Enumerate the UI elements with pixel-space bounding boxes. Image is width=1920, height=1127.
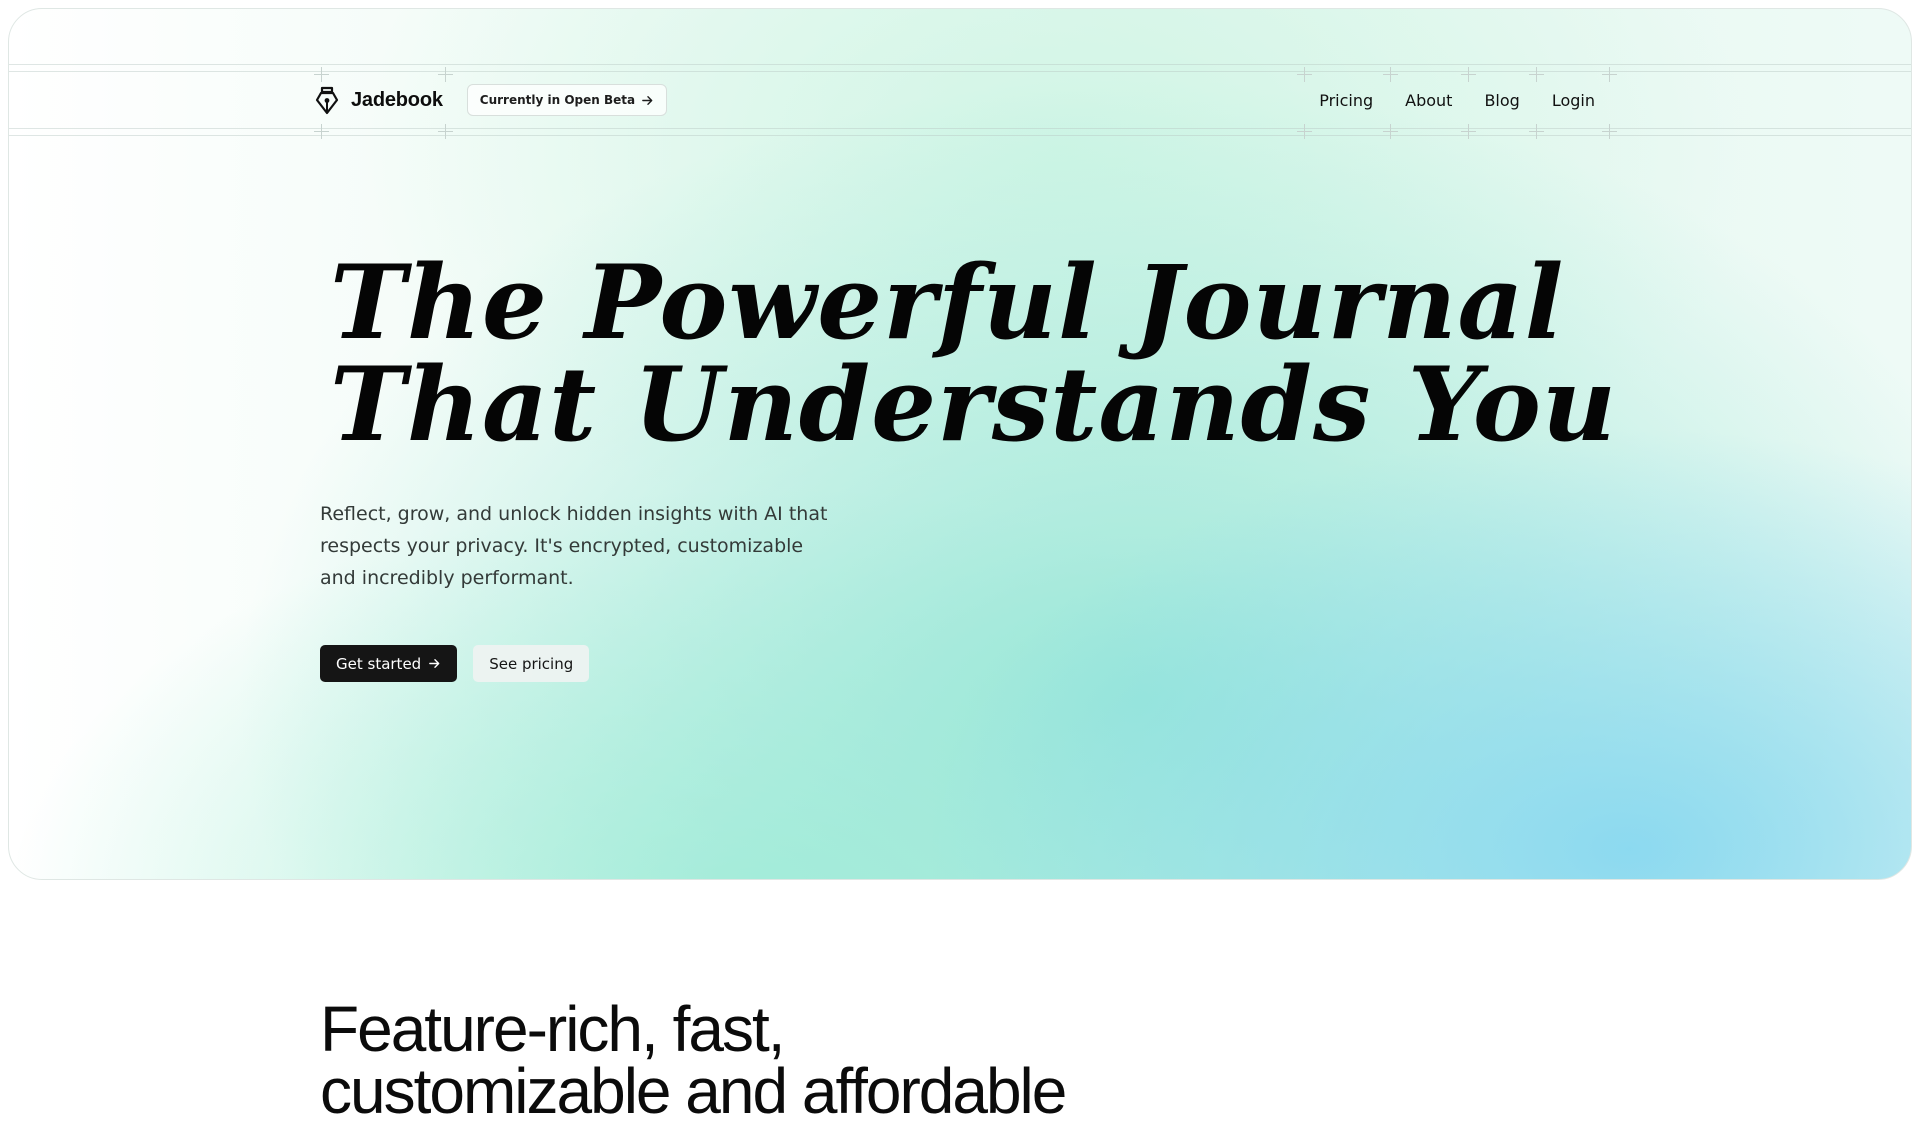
hero-cta-group: Get started See pricing [320,645,590,682]
plus-marker [1383,124,1398,139]
get-started-button[interactable]: Get started [320,645,458,682]
plus-marker [314,124,329,139]
features-heading: Feature-rich, fast, customizable and aff… [320,993,1220,1127]
guide-line-top-inner [9,71,1911,72]
arrow-right-icon [429,659,440,668]
guide-line-bottom [9,128,1911,129]
top-navigation: Jadebook Currently in Open Beta Pricing … [313,76,1603,124]
pen-nib-icon [315,86,339,115]
guide-line-bottom-inner [9,135,1911,136]
open-beta-label: Currently in Open Beta [479,93,636,107]
nav-link-blog[interactable]: Blog [1484,91,1519,110]
plus-marker [1529,124,1544,139]
get-started-label: Get started [336,654,422,673]
nav-link-about[interactable]: About [1405,91,1452,110]
plus-marker [1461,124,1476,139]
open-beta-badge[interactable]: Currently in Open Beta [466,84,668,116]
brand-name: Jadebook [351,88,443,111]
hero-title: The Powerful Journal That Understands Yo… [330,252,1617,456]
nav-links: Pricing About Blog Login [1319,91,1603,110]
plus-marker [438,124,453,139]
plus-marker [1602,67,1617,82]
features-heading-line-1: Feature-rich, fast, [320,993,786,1065]
plus-marker [1297,124,1312,139]
arrow-right-icon [642,95,653,105]
nav-link-pricing[interactable]: Pricing [1319,91,1373,110]
guide-line-top [9,64,1911,65]
hero-subtitle: Reflect, grow, and unlock hidden insight… [320,503,828,589]
plus-marker [1602,124,1617,139]
nav-link-login[interactable]: Login [1552,91,1595,110]
hero-title-line-1: The Powerful Journal [330,243,1565,363]
see-pricing-button[interactable]: See pricing [473,645,590,682]
hero-title-line-2: That Understands You [330,345,1618,465]
features-heading-line-2: customizable and affordable [320,1055,1067,1127]
brand-home-link[interactable]: Jadebook [313,76,443,124]
